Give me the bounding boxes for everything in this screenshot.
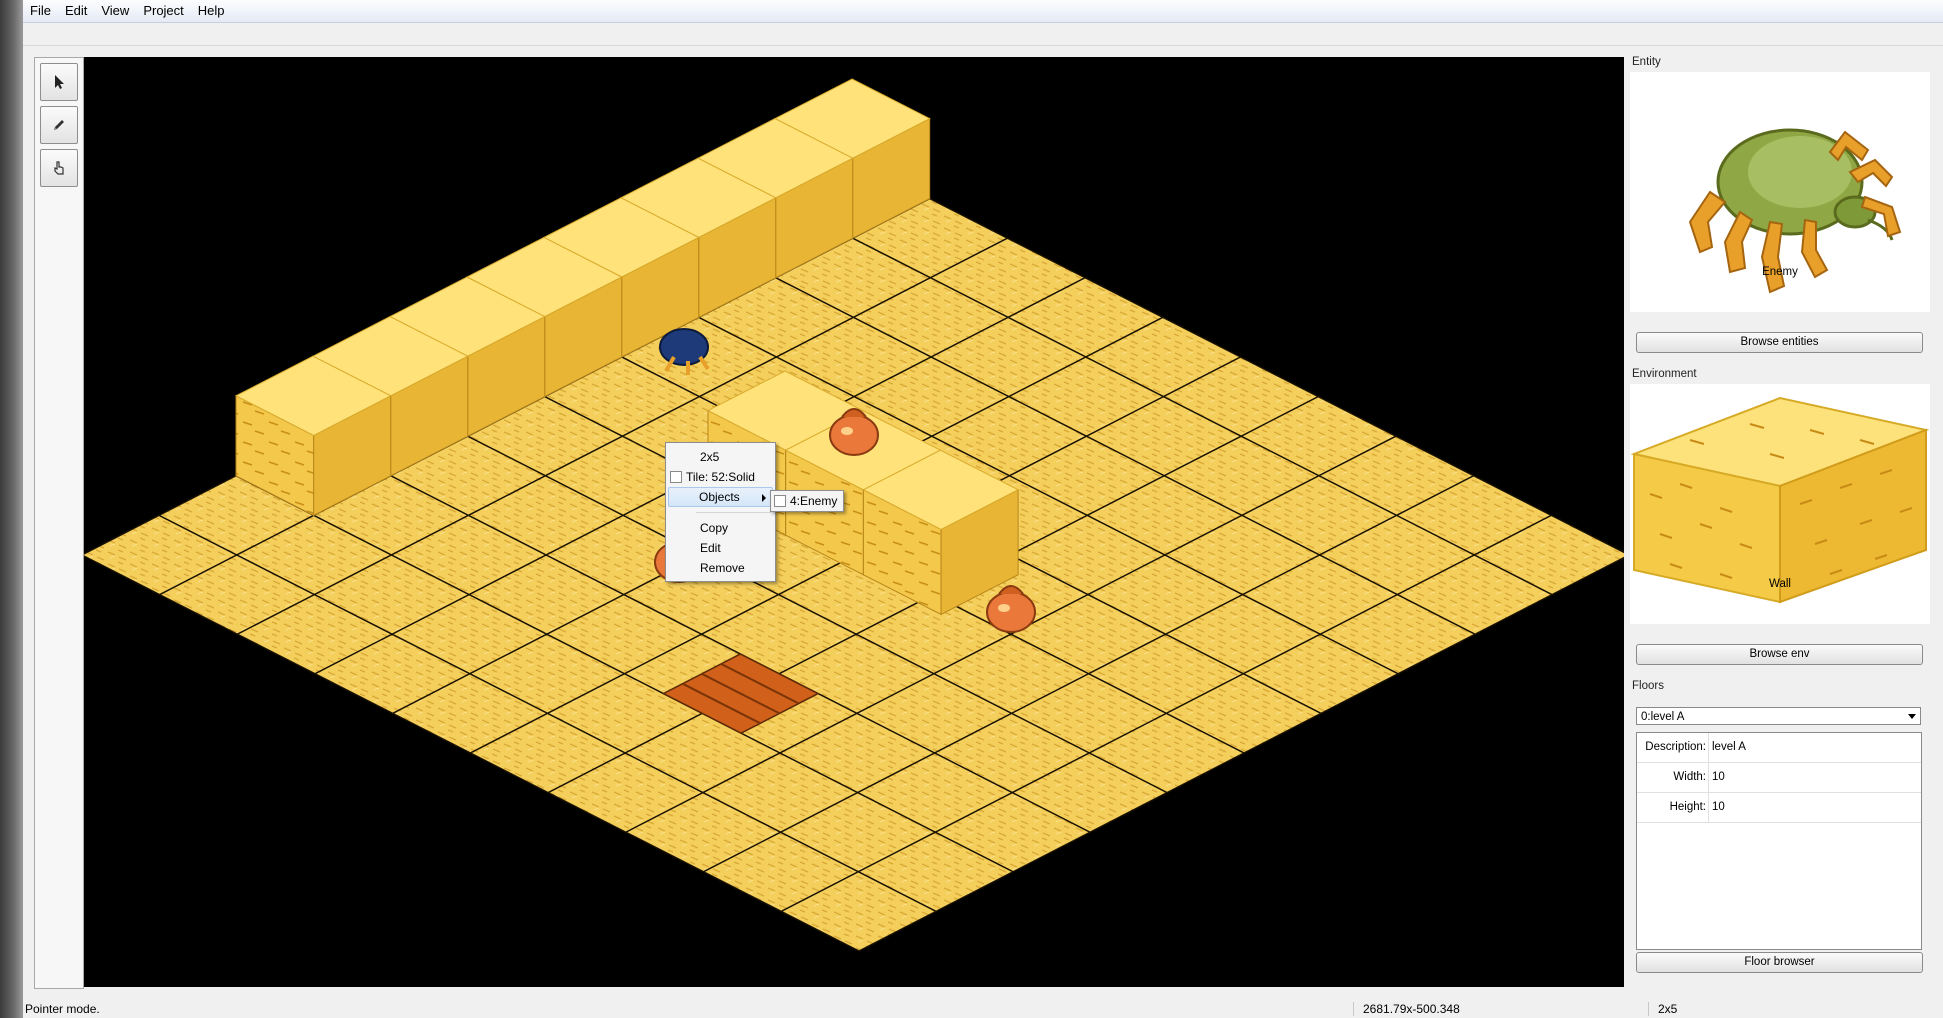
map-viewport[interactable] [84, 57, 1624, 987]
menu-help[interactable]: Help [191, 0, 232, 22]
property-row: Description: level A [1637, 733, 1921, 763]
pencil-icon [54, 120, 64, 130]
entity-group-title: Entity [1632, 56, 1661, 68]
treasure-bag-shine [841, 427, 853, 435]
browse-env-button[interactable]: Browse env [1636, 644, 1923, 665]
toolbar-strip [23, 23, 1943, 46]
environment-group-title: Environment [1632, 368, 1697, 380]
status-bar: Pointer mode. 2681.79x-500.348 2x5 [23, 1000, 1943, 1018]
floor-properties-table: Description: level A Width: 10 Height: 10 [1636, 732, 1922, 950]
status-coords: 2681.79x-500.348 [1363, 1002, 1460, 1016]
status-separator [1353, 1002, 1354, 1016]
context-menu-edit[interactable]: Edit [666, 538, 775, 558]
context-menu-title: 2x5 [700, 450, 720, 464]
isometric-map[interactable] [84, 57, 1624, 987]
floors-group-title: Floors [1632, 680, 1664, 692]
property-value[interactable]: level A [1708, 733, 1921, 762]
menu-edit[interactable]: Edit [58, 0, 94, 22]
property-key: Height: [1669, 801, 1706, 813]
status-tile: 2x5 [1658, 1002, 1678, 1016]
context-menu-tile-item[interactable]: Tile: 52:Solid [666, 467, 775, 487]
menu-view[interactable]: View [94, 0, 136, 22]
property-key: Width: [1673, 771, 1706, 783]
property-value[interactable]: 10 [1708, 793, 1921, 822]
browse-entities-button[interactable]: Browse entities [1636, 332, 1923, 353]
environment-preview: Wall [1630, 384, 1930, 624]
hand-pointer-icon [54, 161, 64, 175]
property-value[interactable]: 10 [1708, 763, 1921, 792]
window-shadow [0, 0, 23, 1018]
context-menu-copy[interactable]: Copy [666, 518, 775, 538]
brick-wall-block-icon [1630, 396, 1930, 604]
menu-separator [696, 512, 771, 513]
menu-bar: File Edit View Project Help [23, 0, 1943, 23]
floor-browser-button[interactable]: Floor browser [1636, 952, 1923, 973]
submenu-enemy-item[interactable]: 4:Enemy [790, 492, 837, 510]
context-menu-remove[interactable]: Remove [666, 558, 775, 578]
status-separator [1648, 1002, 1649, 1016]
status-mode: Pointer mode. [25, 1002, 100, 1016]
entity-preview: Enemy [1630, 72, 1930, 312]
entity-name: Enemy [1762, 266, 1798, 278]
environment-name: Wall [1769, 578, 1791, 590]
property-key: Description: [1645, 741, 1706, 753]
treasure-bag [829, 414, 879, 456]
submenu-arrow-icon [762, 494, 766, 502]
chevron-down-icon [1908, 714, 1916, 719]
treasure-bag [986, 591, 1036, 633]
floor-select[interactable]: 0:level A [1636, 707, 1921, 725]
treasure-bag-shine [998, 604, 1010, 612]
entity-panel: Entity Enemy Browse entities [1626, 56, 1932, 360]
environment-panel: Environment Wall Browse env [1626, 368, 1932, 672]
tool-palette [34, 57, 84, 989]
context-menu-objects[interactable]: Objects [668, 487, 773, 507]
objects-submenu: 4:Enemy [770, 490, 844, 512]
floor-select-value: 0:level A [1641, 711, 1685, 723]
cursor-arrow-icon [55, 75, 64, 89]
pencil-tool-button[interactable] [40, 106, 78, 144]
menu-file[interactable]: File [23, 0, 58, 22]
tile-checkbox[interactable] [670, 471, 682, 483]
tile-context-menu: 2x5 Tile: 52:Solid Objects Copy Edit Rem… [665, 442, 776, 582]
pointer-tool-button[interactable] [40, 63, 78, 101]
menu-project[interactable]: Project [136, 0, 190, 22]
floors-panel: Floors 0:level A Description: level A Wid… [1626, 680, 1932, 992]
enemy-checkbox[interactable] [774, 495, 786, 507]
stamp-tool-button[interactable] [40, 149, 78, 187]
property-row: Width: 10 [1637, 763, 1921, 793]
tile-label: Tile: 52:Solid [686, 470, 755, 484]
objects-label: Objects [699, 490, 740, 504]
property-row: Height: 10 [1637, 793, 1921, 823]
